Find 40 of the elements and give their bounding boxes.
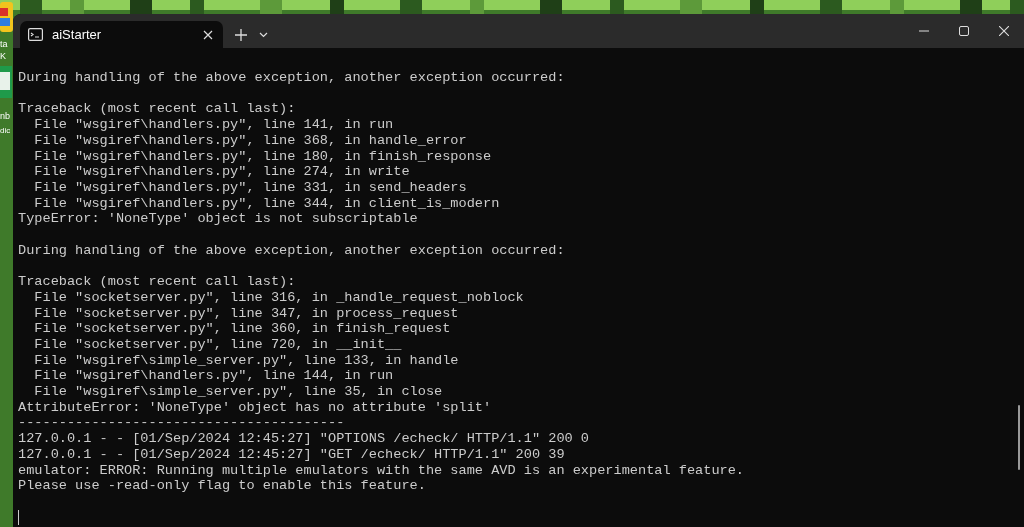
desktop-icon-label: dic [0, 125, 11, 137]
console-line: AttributeError: 'NoneType' object has no attribute 'split' [18, 399, 492, 416]
scrollbar-thumb[interactable] [1018, 405, 1020, 470]
app-icon[interactable] [0, 2, 13, 32]
console-line: Traceback (most recent call last): [18, 101, 296, 118]
console-line: 127.0.0.1 - - [01/Sep/2024 12:45:27] "GET /echeck/ HTTP/1.1" 200 39 [18, 446, 565, 463]
console-line: File "wsgiref\handlers.py", line 144, in run [33, 368, 394, 384]
close-icon[interactable] [999, 26, 1009, 36]
console-line: File "wsgiref\handlers.py", line 274, in write [33, 164, 410, 180]
console-line: File "wsgiref\simple_server.py", line 133, in handle [33, 352, 459, 369]
plus-icon[interactable] [235, 28, 247, 41]
console-line: emulator: ERROR: Running multiple emulators with the same AVD is an experimental feature. [18, 462, 745, 479]
console-line: File "wsgiref\handlers.py", line 368, in handle_error [33, 132, 467, 149]
text-cursor [18, 509, 19, 525]
tab[interactable]: aiStarter [20, 21, 223, 48]
console-line: File "wsgiref\handlers.py", line 331, in send_headers [33, 179, 467, 196]
desktop-icon-label: ta [0, 38, 8, 50]
tab-title: aiStarter [52, 25, 103, 44]
desktop-icon-label: K [0, 50, 6, 62]
maximize-icon[interactable] [959, 26, 969, 36]
console-line: File "socketserver.py", line 360, in finish_request [33, 321, 451, 337]
console-line: File "wsgiref\handlers.py", line 344, in client_is_modern [33, 195, 500, 212]
console-line: Please use -read-only flag to enable this feature. [18, 478, 426, 494]
console-line: File "socketserver.py", line 720, in __init__ [33, 336, 402, 353]
console-line: ---------------------------------------- [18, 415, 345, 432]
app-icon[interactable] [0, 66, 12, 98]
close-icon[interactable] [203, 29, 213, 40]
console-line: Traceback (most recent call last): [18, 274, 296, 290]
console-line: File "wsgiref\handlers.py", line 180, in finish_response [33, 148, 492, 165]
console-line: File "wsgiref\handlers.py", line 141, in run [33, 117, 394, 133]
terminal-icon [28, 28, 43, 41]
console-line: File "socketserver.py", line 347, in process_request [33, 305, 459, 322]
console-line: During handling of the above exception, another exception occurred: [18, 242, 565, 259]
console-line: During handling of the above exception, another exception occurred: [18, 70, 565, 86]
console-line: TypeError: 'NoneType' object is not subscriptable [18, 211, 418, 227]
chevron-down-icon[interactable] [259, 31, 268, 38]
console-line: File "wsgiref\simple_server.py", line 35, in close [33, 384, 443, 400]
console-line: 127.0.0.1 - - [01/Sep/2024 12:45:27] "OPTIONS /echeck/ HTTP/1.1" 200 0 [18, 431, 590, 447]
desktop-icon-label: nb [0, 110, 10, 122]
console-line: File "socketserver.py", line 316, in _handle_request_noblock [33, 289, 524, 306]
